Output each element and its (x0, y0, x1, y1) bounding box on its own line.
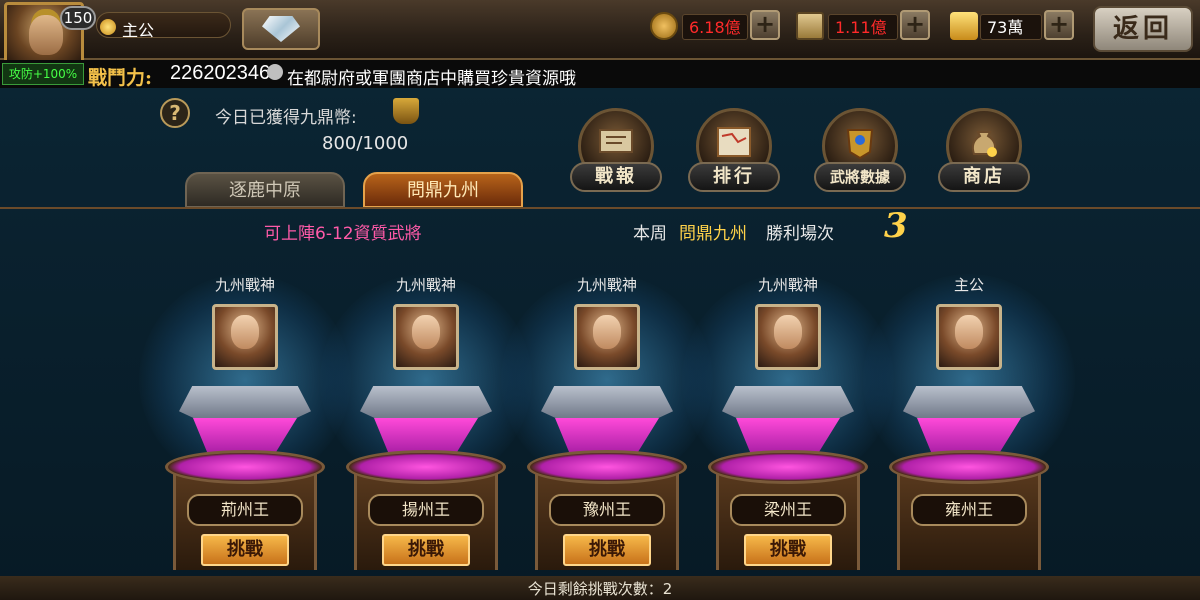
slot-title: 九州戰神 (214, 276, 275, 294)
scroll-icon (796, 12, 824, 40)
challenge-button[interactable]: 挑戰 (744, 534, 832, 566)
remaining-challenges-text: 今日剩餘挑戰次數：2 (527, 580, 673, 598)
altar-pool (527, 450, 687, 484)
challenge-button[interactable]: 挑戰 (563, 534, 651, 566)
daily-coin-label: 今日已獲得九鼎幣: (215, 108, 357, 128)
map-icon (717, 127, 751, 157)
week-win-count: 3 (884, 206, 908, 246)
slot-title: 九州戰神 (576, 276, 637, 294)
lord-slot: 主公 雍州王 (863, 268, 1075, 570)
armor-icon (846, 129, 874, 160)
rank-gem-icon (100, 19, 116, 35)
ranking-button[interactable]: 排行 (688, 108, 780, 196)
week-prefix: 本周 (633, 224, 667, 244)
opponent-slot: 九州戰神 揚州王 挑戰 (320, 268, 532, 570)
help-icon[interactable]: ? (160, 98, 190, 128)
opponent-name: 梁州王 (730, 494, 846, 526)
general-portrait[interactable] (212, 304, 278, 370)
shop-button[interactable]: 商店 (938, 108, 1030, 196)
week-suffix: 勝利場次 (766, 224, 834, 244)
resource-coin: 6.18億 + (650, 10, 780, 42)
tripod-cauldron-icon (393, 98, 419, 124)
challenge-button[interactable]: 挑戰 (201, 534, 289, 566)
opponent-name: 豫州王 (549, 494, 665, 526)
ranking-label: 排行 (688, 162, 780, 192)
scroll-value: 1.11億 (828, 14, 898, 40)
opponent-name: 雍州王 (911, 494, 1027, 526)
deploy-limit-text: 可上陣6-12資質武將 (264, 224, 422, 244)
general-data-label: 武將數據 (814, 162, 906, 192)
tab-divider (0, 207, 1200, 209)
general-portrait[interactable] (936, 304, 1002, 370)
tab-wending-jiuzhou[interactable]: 問鼎九州 (363, 172, 523, 208)
coin-value: 6.18億 (682, 14, 748, 40)
opponent-slot: 九州戰神 荊州王 挑戰 (139, 268, 351, 570)
tab-zhulu-zhongyuan[interactable]: 逐鹿中原 (185, 172, 345, 208)
add-scroll-button[interactable]: + (900, 10, 930, 40)
marquee-text: 在都尉府或軍團商店中購買珍貴資源哦 (287, 69, 576, 89)
slot-title: 九州戰神 (757, 276, 818, 294)
opponent-slot: 九州戰神 豫州王 挑戰 (501, 268, 713, 570)
coin-icon (650, 12, 678, 40)
avatar-face (29, 15, 63, 55)
opponent-slot: 九州戰神 梁州王 挑戰 (682, 268, 894, 570)
resource-gold: 73萬 + (950, 10, 1076, 42)
scroll-icon (599, 129, 633, 153)
battle-report-label: 戰報 (570, 162, 662, 192)
resource-scroll: 1.11億 + (796, 10, 932, 42)
add-coin-button[interactable]: + (750, 10, 780, 40)
opponent-name: 揚州王 (368, 494, 484, 526)
gold-ingot-icon (950, 12, 978, 40)
back-button[interactable]: 返回 (1093, 6, 1193, 52)
rank-pill (96, 12, 231, 38)
combat-power-label: 戰鬥力: (88, 67, 153, 89)
rank-title: 主公 (122, 21, 155, 40)
buff-badge: 攻防+100% (2, 63, 84, 85)
altar-pool (889, 450, 1049, 484)
add-gold-button[interactable]: + (1044, 10, 1074, 40)
week-mode: 問鼎九州 (679, 224, 747, 244)
altar-pool (346, 450, 506, 484)
combat-power-value: 226202346 (170, 62, 271, 84)
money-bag-icon (971, 131, 997, 157)
general-portrait[interactable] (755, 304, 821, 370)
general-portrait[interactable] (393, 304, 459, 370)
altar-pool (708, 450, 868, 484)
general-data-button[interactable]: 武將數據 (814, 108, 906, 196)
general-portrait[interactable] (574, 304, 640, 370)
power-info-icon[interactable] (267, 64, 283, 80)
daily-coin-value: 800/1000 (322, 133, 409, 154)
shop-label: 商店 (938, 162, 1030, 192)
player-level-badge: 150 (60, 6, 96, 30)
altar-pool (165, 450, 325, 484)
opponent-name: 荊州王 (187, 494, 303, 526)
gold-value: 73萬 (980, 14, 1042, 40)
slot-title: 主公 (953, 276, 984, 294)
challenge-button[interactable]: 挑戰 (382, 534, 470, 566)
battle-report-button[interactable]: 戰報 (570, 108, 662, 196)
slot-title: 九州戰神 (395, 276, 456, 294)
